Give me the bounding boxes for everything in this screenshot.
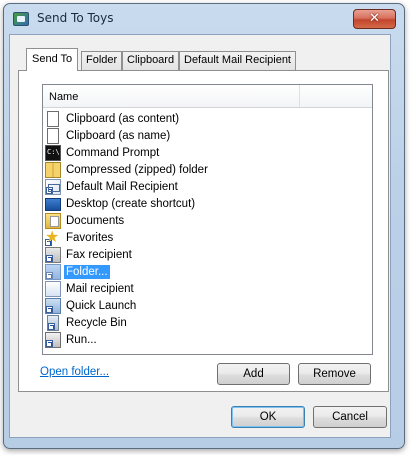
list-item-label: Folder... (64, 264, 110, 279)
recycle-bin-icon (47, 314, 59, 331)
shortcut-arrow-icon (48, 322, 55, 330)
mail-icon (45, 280, 61, 297)
send-to-list[interactable]: Name Clipboard (as content) Clipboard (a… (42, 84, 373, 355)
list-item[interactable]: Desktop (create shortcut) (45, 195, 197, 212)
close-button[interactable]: ✕ (353, 9, 396, 29)
remove-button[interactable]: Remove (298, 363, 371, 385)
tab-send-to[interactable]: Send To (26, 48, 79, 71)
app-icon (13, 12, 29, 26)
document-icon (47, 110, 59, 127)
add-button[interactable]: Add (217, 363, 290, 385)
list-item-label: Favorites (66, 231, 114, 244)
open-folder-link[interactable]: Open folder... (40, 366, 109, 378)
mail-shortcut-icon (45, 178, 61, 195)
shortcut-arrow-icon (46, 271, 53, 279)
list-item-label: Quick Launch (66, 299, 137, 312)
list-item[interactable]: Compressed (zipped) folder (45, 161, 210, 178)
shortcut-arrow-icon (46, 254, 53, 262)
list-item-label: Mail recipient (66, 282, 134, 295)
list-item[interactable]: Favorites (45, 227, 115, 247)
list-item-label: Default Mail Recipient (66, 180, 178, 193)
list-item-label: Fax recipient (66, 248, 132, 261)
favorites-star-icon (45, 227, 61, 247)
zip-folder-icon (45, 161, 61, 178)
tab-clipboard[interactable]: Clipboard (122, 51, 180, 70)
tab-default-mail-recipient[interactable]: Default Mail Recipient (179, 51, 296, 70)
list-item-label: Command Prompt (66, 146, 160, 159)
list-item-label: Compressed (zipped) folder (66, 163, 208, 176)
list-item[interactable]: Recycle Bin (45, 314, 129, 331)
list-item[interactable]: Clipboard (as content) (45, 110, 181, 127)
list-item-label: Clipboard (as name) (66, 129, 171, 142)
list-item-label: Recycle Bin (66, 316, 127, 329)
list-item[interactable]: Fax recipient (45, 246, 134, 263)
shortcut-arrow-icon (45, 238, 52, 246)
list-item-selected[interactable]: Folder... (45, 263, 110, 280)
desktop-icon (45, 197, 61, 211)
run-icon (45, 331, 61, 348)
shortcut-arrow-icon (46, 305, 53, 313)
quick-launch-icon (45, 297, 61, 314)
folder-shortcut-icon (45, 263, 61, 280)
column-divider[interactable] (299, 85, 300, 107)
shortcut-arrow-icon (46, 339, 53, 347)
shortcut-arrow-icon (46, 186, 53, 194)
list-item-label: Documents (66, 214, 125, 227)
list-item[interactable]: Mail recipient (45, 280, 136, 297)
fax-icon (45, 246, 61, 263)
list-item[interactable]: Clipboard (as name) (45, 127, 172, 144)
tab-folder[interactable]: Folder (81, 51, 123, 70)
list-item[interactable]: Run... (45, 331, 99, 348)
list-item-label: Run... (66, 333, 97, 346)
column-header-name[interactable]: Name (49, 91, 78, 103)
list-item[interactable]: Quick Launch (45, 297, 138, 314)
list-item-label: Clipboard (as content) (66, 112, 180, 125)
list-item-label: Desktop (create shortcut) (66, 197, 196, 210)
cancel-button[interactable]: Cancel (313, 406, 387, 428)
list-item[interactable]: Default Mail Recipient (45, 178, 180, 195)
window-title: Send To Toys (37, 11, 114, 25)
ok-button[interactable]: OK (231, 406, 305, 428)
list-item[interactable]: Command Prompt (45, 144, 161, 161)
list-header: Name (43, 85, 372, 108)
title-bar: Send To Toys ✕ (3, 3, 405, 35)
command-prompt-icon (45, 144, 61, 161)
document-icon (47, 127, 59, 144)
